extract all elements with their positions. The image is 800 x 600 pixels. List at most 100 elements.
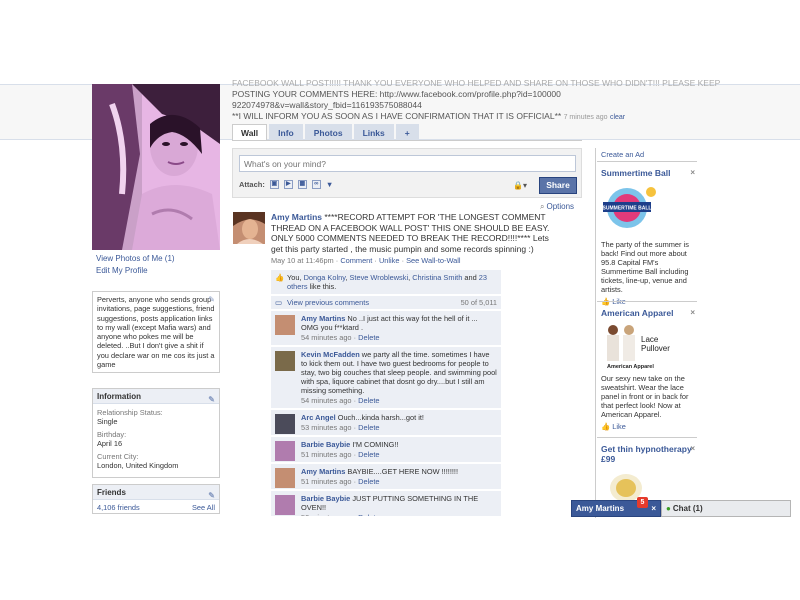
view-photos-link[interactable]: View Photos of Me (1) <box>96 254 175 263</box>
ad-like[interactable]: 👍 Like <box>601 422 695 431</box>
comment-item: Barbie Baybie JUST PUTTING SOMETHING IN … <box>271 490 501 516</box>
status-line-2: POSTING YOUR COMMENTS HERE: http://www.f… <box>232 89 561 99</box>
city-value: London, United Kingdom <box>97 461 179 470</box>
commenter-name[interactable]: Arc Angel <box>301 413 336 422</box>
friends-count-link[interactable]: 4,106 friends <box>97 503 140 512</box>
chat-tab-name: Amy Martins <box>576 504 625 513</box>
commenter-avatar[interactable] <box>275 468 295 488</box>
comment-time: 50 minutes ago <box>301 513 352 516</box>
options-control[interactable]: ⌕ Options <box>540 202 574 212</box>
attach-label: Attach: <box>239 180 265 189</box>
delete-comment-link[interactable]: Delete <box>358 477 379 486</box>
profile-photo[interactable] <box>92 84 220 250</box>
status-update: FACEBOOK WALL POST!!!!! THANK YOU EVERYO… <box>232 78 792 123</box>
ad-title[interactable]: American Apparel <box>601 308 695 318</box>
commenter-name[interactable]: Barbie Baybie <box>301 494 350 503</box>
ad-image[interactable]: SUMMERTIME BALL <box>601 182 695 236</box>
bio-text: Perverts, anyone who sends group invitat… <box>97 295 215 370</box>
summertime-ball-logo: SUMMERTIME BALL <box>603 187 656 228</box>
comment-time: 54 minutes ago <box>301 333 352 342</box>
post-meta: May 10 at 11:46pm · Comment · Unlike · S… <box>271 256 461 265</box>
event-icon[interactable]: ▦ <box>297 180 307 189</box>
commenter-avatar[interactable] <box>275 441 295 461</box>
chevron-down-icon[interactable]: ▼ <box>326 180 333 189</box>
commenter-name[interactable]: Barbie Baybie <box>301 440 350 449</box>
liker-link[interactable]: Donga Kolny <box>304 273 346 282</box>
edit-profile-link[interactable]: Edit My Profile <box>96 266 148 275</box>
liker-link[interactable]: Steve Wroblewski <box>349 273 408 282</box>
commenter-avatar[interactable] <box>275 414 295 434</box>
status-clear-link[interactable]: clear <box>610 114 625 121</box>
commenter-name[interactable]: Kevin McFadden <box>301 350 360 359</box>
close-icon[interactable]: × <box>690 168 695 177</box>
post-author-name[interactable]: Amy Martins <box>271 212 322 222</box>
notification-badge: 5 <box>637 497 648 508</box>
photo-icon[interactable]: ▣ <box>269 180 279 189</box>
commenter-avatar[interactable] <box>275 351 295 371</box>
ad-american-apparel[interactable]: American Apparel × Lace Pullover America… <box>601 308 695 431</box>
delete-comment-link[interactable]: Delete <box>358 450 379 459</box>
pencil-icon[interactable]: ✎ <box>208 488 215 503</box>
close-icon[interactable]: × <box>690 444 695 453</box>
comment-bubble-icon: ▭ <box>275 298 282 307</box>
likes-and: and <box>464 273 477 282</box>
link-icon[interactable]: ∞ <box>311 180 321 189</box>
status-line-1: FACEBOOK WALL POST!!!!! THANK YOU EVERYO… <box>232 78 721 88</box>
close-icon[interactable]: × <box>690 308 695 317</box>
ad-title[interactable]: Get thin hypnotherapy £99 <box>601 444 695 464</box>
wall-composer: Attach: ▣ ▶ ▦ ∞ ▼ 🔒▾ Share <box>232 148 582 198</box>
delete-comment-link[interactable]: Delete <box>358 513 379 516</box>
comment-item: Kevin McFadden we party all the time. so… <box>271 346 501 408</box>
delete-comment-link[interactable]: Delete <box>358 396 379 405</box>
birthday-label: Birthday: <box>97 430 127 439</box>
create-ad-link[interactable]: Create an Ad <box>601 150 644 159</box>
see-all-friends-link[interactable]: See All <box>192 503 215 512</box>
close-icon[interactable]: × <box>651 501 656 516</box>
video-icon[interactable]: ▶ <box>283 180 293 189</box>
chat-bar[interactable]: ● Chat (1) <box>661 500 791 517</box>
post-time: May 10 at 11:46pm <box>271 256 334 265</box>
friends-box: Friends ✎ 4,106 friends See All <box>92 484 220 514</box>
unlike-link[interactable]: Unlike <box>379 256 400 265</box>
post-author-avatar[interactable] <box>233 212 265 244</box>
comment-thread: 👍 You, Donga Kolny, Steve Wroblewski, Ch… <box>271 270 501 516</box>
share-button[interactable]: Share <box>539 177 577 194</box>
profile-photo-image <box>92 84 220 250</box>
tab-photos[interactable]: Photos <box>304 124 352 141</box>
comment-link[interactable]: Comment <box>340 256 372 265</box>
online-status-icon: ● <box>666 504 671 513</box>
ad-image[interactable]: Lace Pullover American Apparel <box>601 322 681 370</box>
wall-post: Amy Martins ****RECORD ATTEMPT FOR 'THE … <box>271 212 551 254</box>
privacy-lock-icon[interactable]: 🔒▾ <box>513 181 527 190</box>
divider <box>597 161 697 162</box>
attach-row: Attach: ▣ ▶ ▦ ∞ ▼ <box>239 180 333 189</box>
comment-item: Amy Martins No ..I just act this way fot… <box>271 310 501 345</box>
delete-comment-link[interactable]: Delete <box>358 423 379 432</box>
tab-links[interactable]: Links <box>353 124 394 141</box>
status-input[interactable] <box>239 155 576 172</box>
ad-text: The party of the summer is back! Find ou… <box>601 240 689 294</box>
information-header: Information ✎ <box>93 389 219 404</box>
commenter-name[interactable]: Amy Martins <box>301 467 345 476</box>
view-previous-link[interactable]: View previous comments <box>287 298 369 307</box>
see-wall-to-wall-link[interactable]: See Wall-to-Wall <box>406 256 460 265</box>
information-title: Information <box>97 392 141 401</box>
status-line-4: **I WILL INFORM YOU AS SOON AS I HAVE CO… <box>232 111 792 123</box>
commenter-avatar[interactable] <box>275 495 295 515</box>
options-link[interactable]: Options <box>546 202 574 211</box>
separator: · <box>401 256 405 265</box>
comment-time: 51 minutes ago <box>301 450 352 459</box>
ad-title[interactable]: Summertime Ball <box>601 168 695 178</box>
tab-info[interactable]: Info <box>269 124 303 141</box>
liker-link[interactable]: Christina Smith <box>412 273 462 282</box>
commenter-name[interactable]: Amy Martins <box>301 314 345 323</box>
ad-summertime-ball[interactable]: Summertime Ball × SUMMERTIME BALL The pa… <box>601 168 695 306</box>
pencil-icon[interactable]: ✎ <box>208 392 215 407</box>
ad-like-label: Like <box>612 422 626 431</box>
tab-wall[interactable]: Wall <box>232 124 268 141</box>
tab-add[interactable]: + <box>395 124 419 141</box>
view-previous-comments[interactable]: ▭ View previous comments 50 of 5,011 <box>271 295 501 309</box>
delete-comment-link[interactable]: Delete <box>358 333 379 342</box>
pencil-icon[interactable]: ✎ <box>208 295 215 304</box>
commenter-avatar[interactable] <box>275 315 295 335</box>
